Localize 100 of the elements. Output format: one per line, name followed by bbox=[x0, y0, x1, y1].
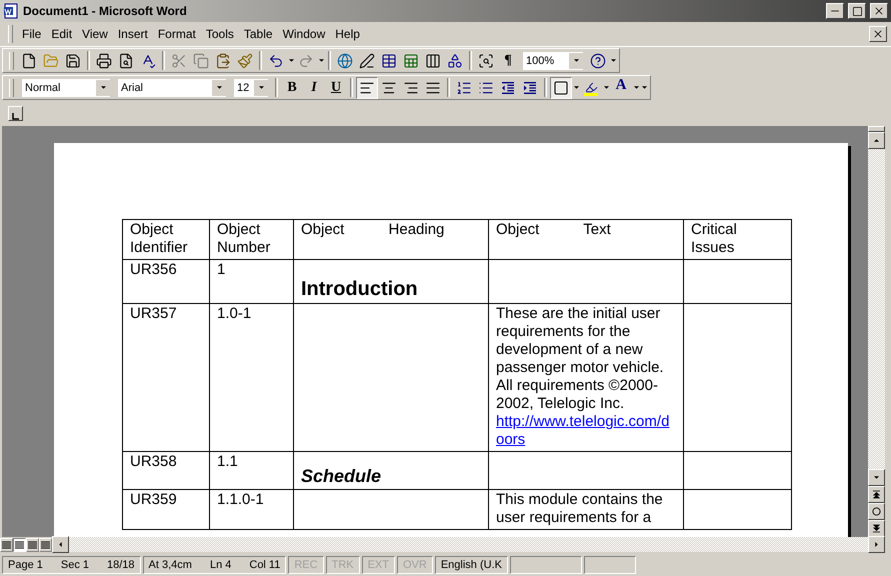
style-combo[interactable]: Normal bbox=[21, 78, 111, 98]
menu-item[interactable]: Help bbox=[330, 25, 365, 43]
scroll-up-button[interactable] bbox=[868, 132, 885, 149]
view-icon bbox=[15, 540, 24, 548]
printer-icon bbox=[96, 52, 112, 68]
link[interactable]: http://www.telelogic.com/doors bbox=[496, 413, 677, 449]
border-icon bbox=[553, 80, 569, 96]
object-text: These are the initial user requirements for the development of a new passenger motor vehicle. All requirements ©2000-2002, Telelogic Inc. bbox=[496, 305, 664, 412]
left-arrow-icon bbox=[58, 541, 63, 548]
numbered-list-icon bbox=[456, 80, 472, 96]
status-text: Page 1 bbox=[8, 559, 43, 571]
table-cell: 1 bbox=[210, 260, 294, 304]
document-icon bbox=[3, 3, 19, 19]
scroll-left-button[interactable] bbox=[52, 536, 69, 553]
window-title: Document1 - Microsoft Word bbox=[23, 4, 188, 18]
menu-item[interactable]: Edit bbox=[46, 25, 78, 43]
menu-item[interactable]: Window bbox=[278, 25, 330, 43]
caret-icon bbox=[288, 58, 294, 63]
pencil-icon bbox=[359, 52, 375, 68]
show-hide-button[interactable]: ¶ bbox=[497, 50, 519, 72]
status-text: 18/18 bbox=[107, 559, 135, 571]
column-header: Object Number bbox=[210, 220, 294, 260]
double-down-arrow-icon bbox=[873, 524, 880, 533]
status-text: Sec 1 bbox=[60, 559, 90, 571]
zoom-combo[interactable]: 100% bbox=[522, 50, 584, 70]
font-color-button[interactable]: A bbox=[610, 76, 632, 98]
scissors-icon bbox=[171, 52, 187, 68]
shapes-icon bbox=[447, 52, 463, 68]
menu-item[interactable]: File bbox=[17, 25, 46, 43]
status-indicator: English (U.K bbox=[434, 556, 508, 574]
close-document-button[interactable] bbox=[869, 26, 887, 42]
spreadsheet-icon bbox=[403, 52, 419, 68]
menu-item[interactable]: Format bbox=[152, 25, 201, 43]
dropdown-arrow-button[interactable] bbox=[569, 52, 583, 68]
status-text: Ln 4 bbox=[210, 559, 232, 571]
object-text: This module contains the user requirements for a bbox=[496, 491, 663, 526]
browse-object-button[interactable] bbox=[868, 503, 885, 520]
redo-icon bbox=[298, 52, 314, 68]
menu-item[interactable]: Insert bbox=[112, 25, 153, 43]
caret-icon bbox=[572, 58, 580, 63]
font-combo[interactable]: Arial bbox=[117, 78, 227, 98]
section-heading: Introduction bbox=[301, 277, 419, 301]
status-text: At 3,4cm bbox=[148, 559, 192, 571]
table-cell: UR356 bbox=[122, 260, 210, 304]
caret-icon bbox=[258, 85, 264, 90]
dropdown-arrow-button[interactable] bbox=[96, 80, 110, 96]
menu-item[interactable]: Table bbox=[238, 25, 278, 43]
undo-icon bbox=[268, 52, 284, 68]
left-tab-icon bbox=[12, 113, 19, 120]
view-icon bbox=[28, 540, 37, 548]
maximize-button[interactable] bbox=[848, 3, 866, 19]
up-arrow-icon bbox=[873, 138, 880, 143]
table-cell: UR358 bbox=[122, 452, 210, 490]
status-text: Col 11 bbox=[249, 559, 280, 571]
splitter-handle[interactable] bbox=[868, 126, 885, 132]
maximize-icon bbox=[852, 6, 862, 16]
caret-icon bbox=[610, 58, 616, 63]
table-cell: UR357 bbox=[122, 304, 210, 452]
table-cell: 1.1.0-1 bbox=[210, 490, 294, 530]
caret-icon bbox=[216, 85, 222, 90]
indent-icon bbox=[522, 80, 538, 96]
scroll-right-button[interactable] bbox=[868, 536, 885, 553]
table-cell: 1.1 bbox=[210, 452, 294, 490]
down-arrow-icon bbox=[873, 475, 880, 480]
caret-icon bbox=[602, 85, 610, 90]
globe-icon bbox=[337, 52, 353, 68]
menu-item[interactable]: Tools bbox=[200, 25, 239, 43]
caret-icon bbox=[572, 85, 580, 90]
italic-button[interactable]: I bbox=[303, 76, 325, 98]
blank-page-icon bbox=[21, 52, 37, 68]
previous-page-button[interactable] bbox=[868, 486, 885, 503]
magnifier-page-icon bbox=[118, 52, 134, 68]
close-button[interactable] bbox=[870, 3, 888, 19]
border-button[interactable] bbox=[550, 76, 572, 98]
tab-selector-button[interactable] bbox=[8, 106, 23, 121]
view-button[interactable] bbox=[13, 538, 26, 552]
bold-button[interactable]: B bbox=[281, 76, 303, 98]
column-header: Object Heading bbox=[294, 220, 488, 260]
magnifier-icon bbox=[478, 52, 494, 68]
next-page-button[interactable] bbox=[868, 520, 885, 537]
view-icon bbox=[41, 540, 50, 548]
dropdown-arrow-button[interactable] bbox=[212, 80, 226, 96]
font-size-combo[interactable]: 12 bbox=[233, 78, 269, 98]
vertical-scrollbar[interactable] bbox=[868, 126, 885, 537]
double-up-arrow-icon bbox=[873, 490, 880, 499]
menu-item[interactable]: View bbox=[77, 25, 113, 43]
dropdown-arrow-button[interactable] bbox=[254, 80, 268, 96]
status-panel bbox=[584, 556, 636, 574]
close-icon bbox=[872, 28, 884, 40]
view-icon bbox=[2, 540, 11, 548]
caret-icon bbox=[100, 85, 106, 90]
close-icon bbox=[873, 5, 885, 17]
underline-button[interactable]: U bbox=[325, 76, 347, 98]
scroll-down-button[interactable] bbox=[868, 469, 885, 486]
columns-icon bbox=[425, 52, 441, 68]
outdent-icon bbox=[500, 80, 516, 96]
section-heading: Schedule bbox=[301, 465, 382, 487]
alignment-button[interactable] bbox=[356, 76, 378, 98]
column-header: Object Identifier bbox=[122, 220, 210, 260]
minimize-button[interactable] bbox=[826, 3, 844, 19]
